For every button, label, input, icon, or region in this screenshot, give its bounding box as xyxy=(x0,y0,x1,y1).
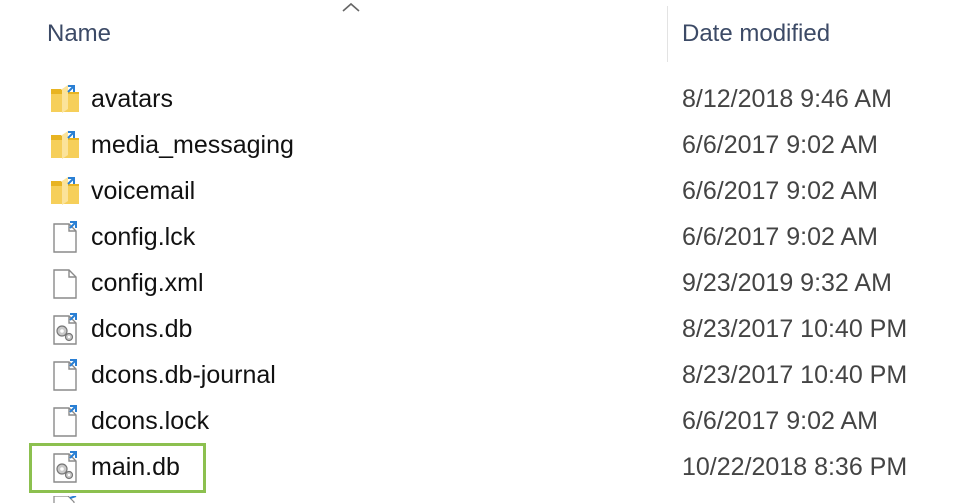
file-date-modified: 8/23/2017 10:40 PM xyxy=(682,361,908,389)
file-name: config.lck xyxy=(91,223,196,251)
file-date-modified: 6/6/2017 9:02 AM xyxy=(682,223,878,251)
file-name: config.xml xyxy=(91,269,204,297)
file-icon xyxy=(53,405,77,437)
folder-icon xyxy=(51,177,79,205)
file-row-media-messaging[interactable]: media_messaging 6/6/2017 9:02 AM xyxy=(0,123,970,169)
file-date-modified: 10/22/2018 8:36 PM xyxy=(682,453,908,481)
file-name: voicemail xyxy=(91,177,196,205)
file-date-modified: 6/6/2017 9:02 AM xyxy=(682,407,878,435)
file-icon xyxy=(53,496,77,503)
file-list: avatars 8/12/2018 9:46 AM media_messagin… xyxy=(0,77,970,491)
column-header-bar: Name Date modified xyxy=(0,0,970,62)
file-date-modified: 9/23/2019 9:32 AM xyxy=(682,269,892,297)
file-icon xyxy=(53,359,77,391)
file-icon xyxy=(53,269,77,299)
column-header-name[interactable]: Name xyxy=(47,20,111,48)
file-name: dcons.lock xyxy=(91,407,210,435)
column-divider[interactable] xyxy=(667,6,668,62)
file-row-voicemail[interactable]: voicemail 6/6/2017 9:02 AM xyxy=(0,169,970,215)
file-date-modified: 8/23/2017 10:40 PM xyxy=(682,315,908,343)
highlight-box-main-db xyxy=(29,443,206,493)
file-icon xyxy=(53,221,77,253)
folder-icon xyxy=(51,85,79,113)
file-name: dcons.db xyxy=(91,315,193,343)
file-row-avatars[interactable]: avatars 8/12/2018 9:46 AM xyxy=(0,77,970,123)
file-row-dcons-db-journal[interactable]: dcons.db-journal 8/23/2017 10:40 PM xyxy=(0,353,970,399)
file-row-config-lck[interactable]: config.lck 6/6/2017 9:02 AM xyxy=(0,215,970,261)
file-row-config-xml[interactable]: config.xml 9/23/2019 9:32 AM xyxy=(0,261,970,307)
file-date-modified: 6/6/2017 9:02 AM xyxy=(682,177,878,205)
file-row-dcons-db[interactable]: dcons.db 8/23/2017 10:40 PM xyxy=(0,307,970,353)
file-name: avatars xyxy=(91,85,173,113)
file-name: media_messaging xyxy=(91,131,294,159)
column-header-date-modified[interactable]: Date modified xyxy=(682,20,830,48)
settings-file-icon xyxy=(53,313,77,345)
file-name: dcons.db-journal xyxy=(91,361,276,389)
folder-icon xyxy=(51,131,79,159)
file-date-modified: 8/12/2018 9:46 AM xyxy=(682,85,892,113)
file-row-dcons-lock[interactable]: dcons.lock 6/6/2017 9:02 AM xyxy=(0,399,970,445)
sort-ascending-icon xyxy=(342,2,360,12)
file-date-modified: 6/6/2017 9:02 AM xyxy=(682,131,878,159)
file-explorer: Name Date modified avatars 8/12/2018 9:4… xyxy=(0,0,970,503)
